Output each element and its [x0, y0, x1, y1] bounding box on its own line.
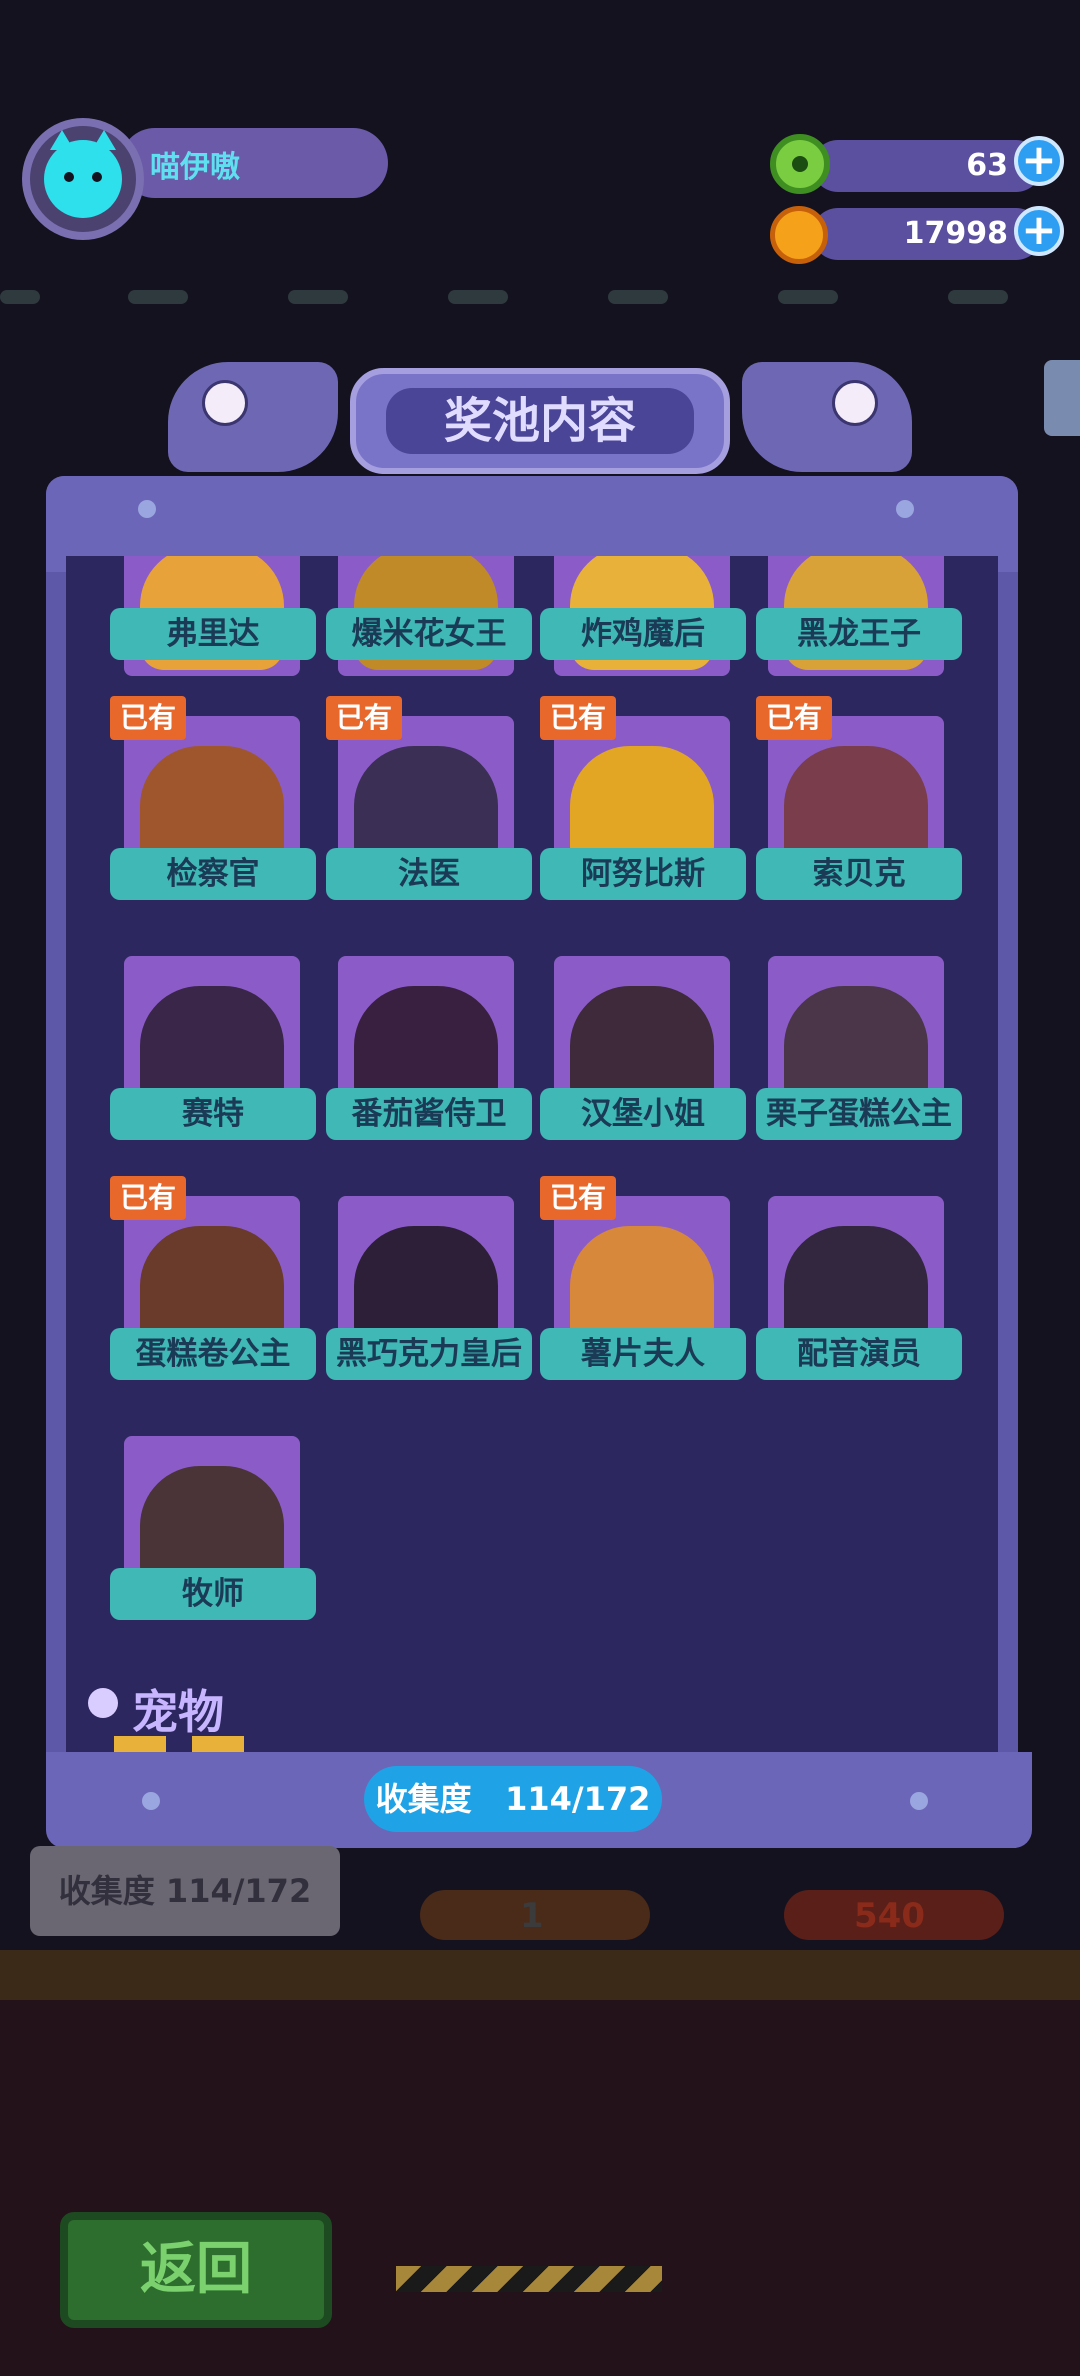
- background-cost-bar: 540: [784, 1890, 1004, 1940]
- character-name: 薯片夫人: [540, 1328, 746, 1380]
- character-name: 黑龙王子: [756, 608, 962, 660]
- owned-badge: 已有: [540, 696, 616, 740]
- background-collection-label: 收集度 114/172: [30, 1846, 340, 1936]
- character-grid-scroll[interactable]: 弗里达 爆米花女王 炸鸡魔后 黑龙王子 已有 已有 已有 已有 检察官 法医 阿…: [66, 556, 998, 1752]
- collection-label: 收集度: [375, 1780, 472, 1818]
- username: 喵伊嗷: [150, 150, 240, 185]
- character-name: 配音演员: [756, 1328, 962, 1380]
- character-name: 赛特: [110, 1088, 316, 1140]
- collection-progress: 收集度 114/172: [364, 1766, 662, 1832]
- owned-badge: 已有: [110, 696, 186, 740]
- cat-avatar-icon: [44, 130, 122, 218]
- coin-count: 17998: [903, 216, 1008, 251]
- character-name: 黑巧克力皇后: [326, 1328, 532, 1380]
- panel-title: 奖池内容: [386, 388, 694, 454]
- character-name: 汉堡小姐: [540, 1088, 746, 1140]
- character-name: 法医: [326, 848, 532, 900]
- character-name: 栗子蛋糕公主: [756, 1088, 962, 1140]
- right-fish-icon: [742, 362, 912, 472]
- character-name: 炸鸡魔后: [540, 608, 746, 660]
- character-name: 检察官: [110, 848, 316, 900]
- character-name: 阿努比斯: [540, 848, 746, 900]
- owned-badge: 已有: [326, 696, 402, 740]
- character-name: 弗里达: [110, 608, 316, 660]
- collection-value: 114/172: [505, 1780, 651, 1818]
- donut-count: 63: [966, 148, 1008, 183]
- title-banner: 奖池内容: [350, 368, 730, 474]
- owned-badge: 已有: [110, 1176, 186, 1220]
- character-name: 蛋糕卷公主: [110, 1328, 316, 1380]
- pets-section-title: 宠物: [132, 1685, 224, 1739]
- background-cost-one: 1: [520, 1896, 544, 1936]
- floor: [0, 1950, 1080, 2000]
- character-name: 爆米花女王: [326, 608, 532, 660]
- share-icon[interactable]: [1044, 360, 1080, 436]
- character-name: 番茄酱侍卫: [326, 1088, 532, 1140]
- left-fish-icon: [168, 362, 338, 472]
- add-coins-button[interactable]: +: [1014, 206, 1064, 256]
- section-bullet: [88, 1688, 118, 1718]
- owned-badge: 已有: [540, 1176, 616, 1220]
- background-cost-bar: 1: [420, 1890, 650, 1940]
- avatar[interactable]: [22, 118, 144, 240]
- hazard-stripe: [396, 2266, 662, 2292]
- owned-badge: 已有: [756, 696, 832, 740]
- background-cost-two: 540: [854, 1896, 925, 1936]
- back-button[interactable]: 返回: [60, 2212, 332, 2328]
- character-name: 牧师: [110, 1568, 316, 1620]
- add-donuts-button[interactable]: +: [1014, 136, 1064, 186]
- character-name: 索贝克: [756, 848, 962, 900]
